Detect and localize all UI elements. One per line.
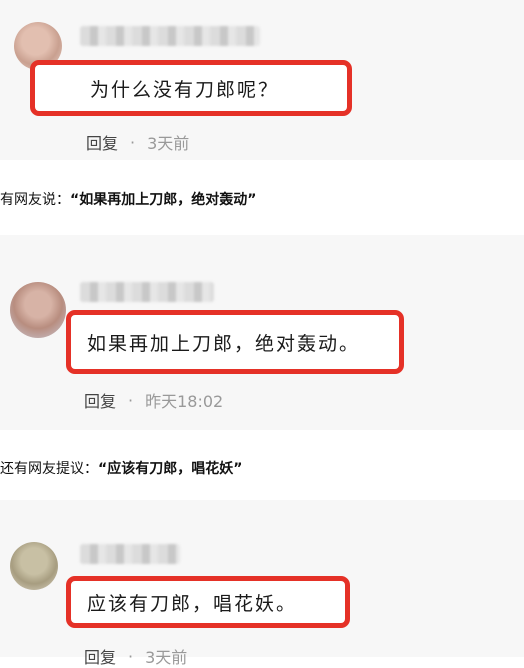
reply-button[interactable]: 回复 [84, 644, 116, 668]
comment-highlight-box: 为什么没有刀郎呢？ [30, 60, 352, 116]
separator-dot: · [128, 646, 134, 666]
comment-time: 昨天18:02 [145, 392, 224, 411]
caption-quote: “如果再加上刀郎，绝对轰动” [70, 192, 257, 208]
caption-prefix: 有网友说： [0, 192, 70, 208]
comment-highlight-box: 如果再加上刀郎，绝对轰动。 [66, 310, 404, 374]
article-caption: 还有网友提议：“应该有刀郎，唱花妖” [0, 458, 242, 478]
separator-dot: · [130, 132, 136, 152]
reply-button[interactable]: 回复 [86, 130, 118, 154]
reply-button[interactable]: 回复 [84, 388, 116, 412]
comment-meta: 回复 · 昨天18:02 [84, 388, 223, 412]
avatar[interactable] [10, 542, 58, 590]
blurred-username [80, 544, 180, 564]
article-caption: 有网友说：“如果再加上刀郎，绝对轰动” [0, 189, 256, 209]
caption-quote: “应该有刀郎，唱花妖” [98, 461, 243, 477]
caption-prefix: 还有网友提议： [0, 461, 98, 477]
comment-meta: 回复 · 3天前 [84, 644, 187, 668]
blurred-username [80, 26, 260, 46]
comment-time: 3天前 [147, 134, 190, 153]
comment-text: 应该有刀郎，唱花妖。 [87, 592, 298, 615]
comment-meta: 回复 · 3天前 [86, 130, 189, 154]
comment-text: 如果再加上刀郎，绝对轰动。 [87, 332, 361, 355]
separator-dot: · [128, 390, 134, 410]
comment-time: 3天前 [145, 648, 188, 667]
avatar[interactable] [10, 282, 66, 338]
comment-highlight-box: 应该有刀郎，唱花妖。 [66, 576, 350, 628]
comment-text: 为什么没有刀郎呢？ [90, 78, 280, 101]
blurred-username [80, 282, 214, 302]
